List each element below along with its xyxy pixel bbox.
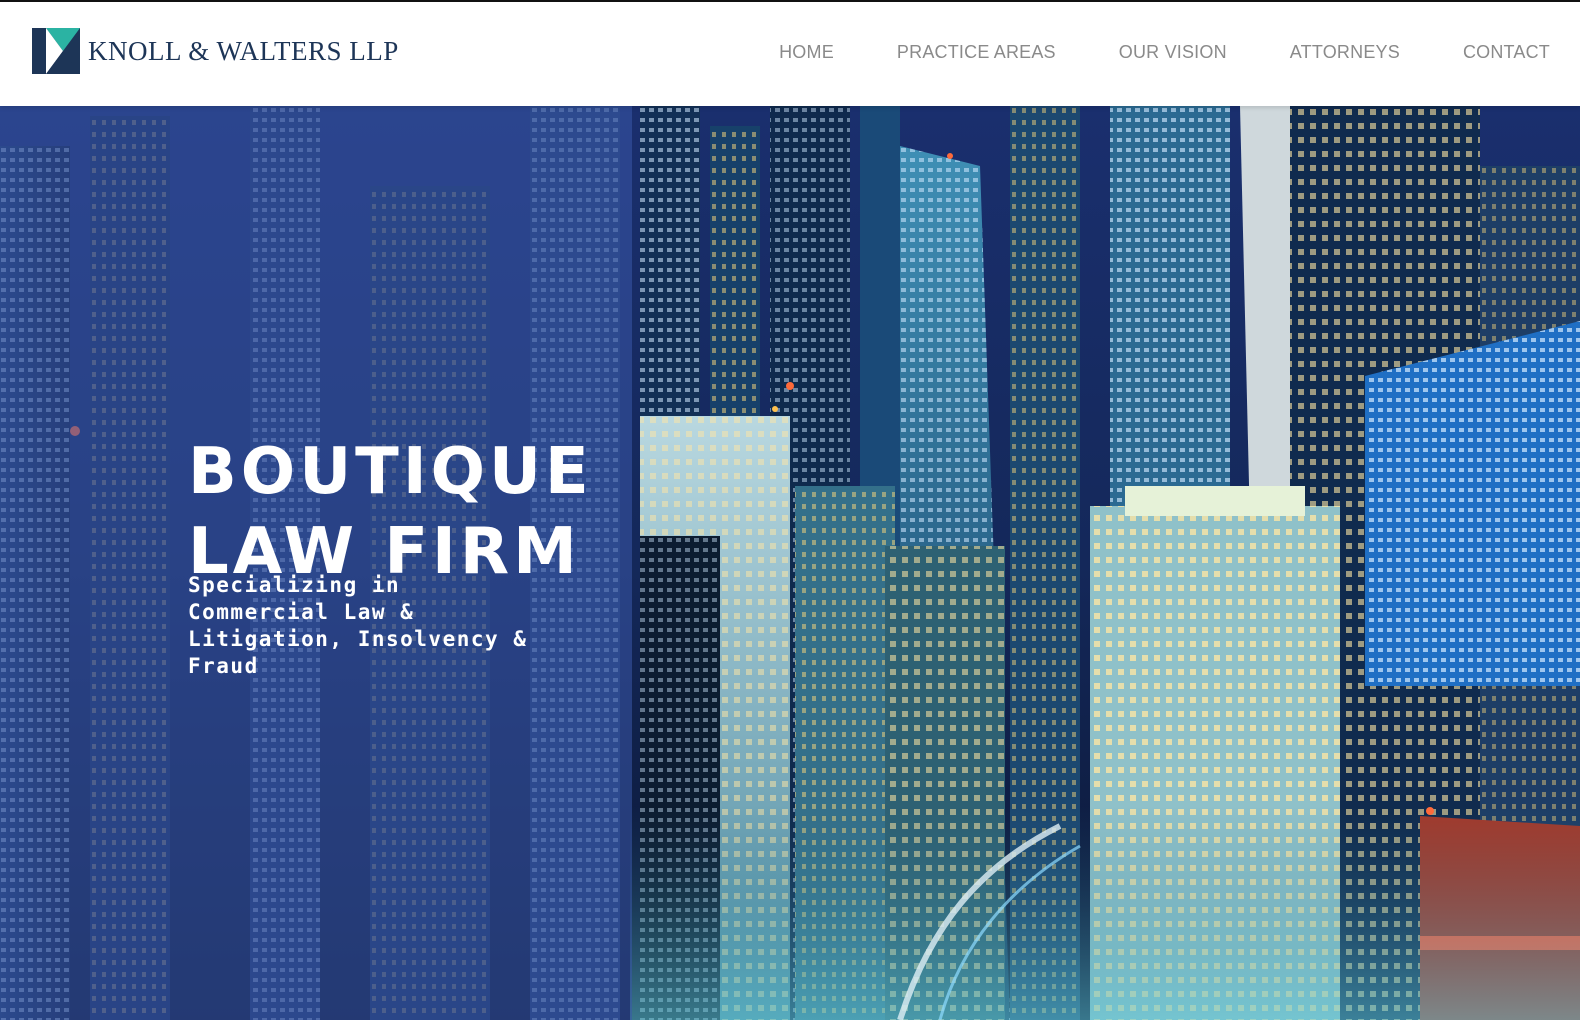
brand-logo[interactable]: KNOLL & WALTERS LLP: [32, 28, 399, 74]
brand-name: KNOLL & WALTERS LLP: [88, 35, 399, 66]
nav-home[interactable]: HOME: [779, 42, 834, 63]
hero-section: BOUTIQUE LAW FIRM Specializing in Commer…: [0, 106, 1580, 1020]
nav-practice-areas[interactable]: PRACTICE AREAS: [897, 42, 1056, 63]
nav-our-vision[interactable]: OUR VISION: [1119, 42, 1227, 63]
nav-contact[interactable]: CONTACT: [1463, 42, 1550, 63]
main-nav: HOME PRACTICE AREAS OUR VISION ATTORNEYS…: [779, 42, 1550, 63]
site-header: KNOLL & WALTERS LLP HOME PRACTICE AREAS …: [0, 0, 1580, 106]
hero-title-line-1: BOUTIQUE: [188, 435, 593, 509]
hero-text-block: BOUTIQUE LAW FIRM Specializing in Commer…: [188, 436, 593, 680]
nav-attorneys[interactable]: ATTORNEYS: [1290, 42, 1400, 63]
logo-mark-icon: [32, 28, 80, 74]
